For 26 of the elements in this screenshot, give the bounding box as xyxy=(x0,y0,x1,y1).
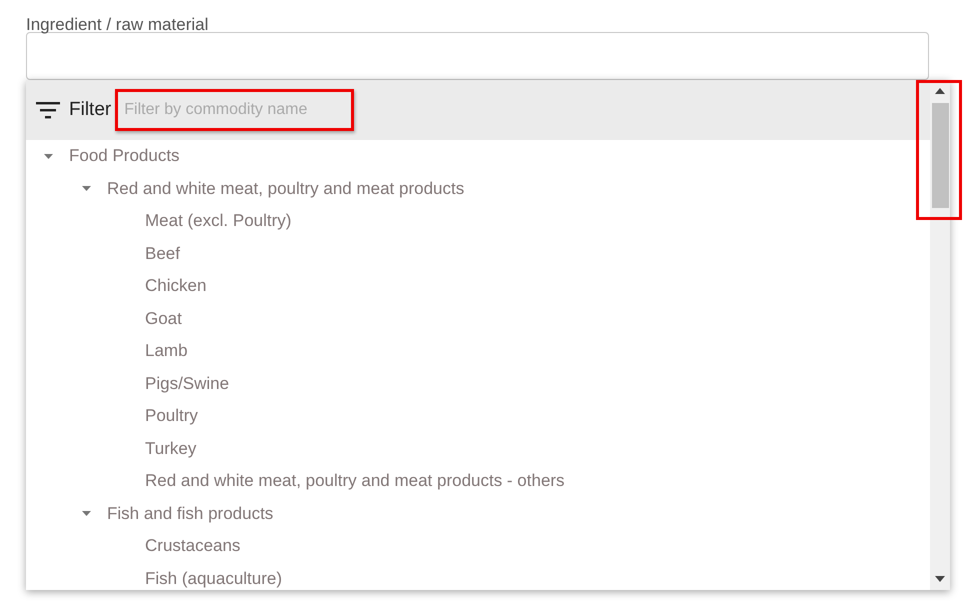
caret-icon[interactable] xyxy=(82,186,91,192)
tree-item[interactable]: Crustaceans xyxy=(145,536,240,556)
down-arrow-icon[interactable] xyxy=(935,576,945,582)
filter-label: Filter xyxy=(69,99,112,121)
tree-item[interactable]: Turkey xyxy=(145,438,196,459)
input-field[interactable] xyxy=(26,32,929,80)
caret-icon[interactable] xyxy=(44,154,53,159)
tree-item[interactable]: Beef xyxy=(145,244,180,264)
caret-icon[interactable] xyxy=(82,511,91,516)
tree-item[interactable]: Meat (excl. Poultry) xyxy=(145,211,292,232)
scrollbar-thumb[interactable] xyxy=(932,103,948,208)
tree-item[interactable]: Pigs/Swine xyxy=(145,374,230,394)
tree-item[interactable]: Poultry xyxy=(145,406,198,426)
tree-item[interactable]: Lamb xyxy=(145,341,188,362)
tree-item[interactable]: Fish and fish products xyxy=(107,504,274,524)
tree-item[interactable]: Red and white meat, poultry and meat products xyxy=(107,178,464,199)
filter-icon xyxy=(36,101,60,119)
tree-item[interactable]: Goat xyxy=(145,308,182,329)
up-arrow-icon[interactable] xyxy=(935,88,945,94)
tree-item[interactable]: Fish (aquaculture) xyxy=(145,568,282,589)
scrollbar[interactable] xyxy=(930,80,950,590)
tree-item[interactable]: Food Products xyxy=(69,146,180,166)
tree-item[interactable]: Red and white meat, poultry and meat products - others xyxy=(145,471,565,492)
tree-item[interactable]: Chicken xyxy=(145,276,206,296)
field-label: Ingredient / raw material xyxy=(26,15,210,36)
filter-field[interactable]: Filter by commodity name xyxy=(115,89,354,131)
